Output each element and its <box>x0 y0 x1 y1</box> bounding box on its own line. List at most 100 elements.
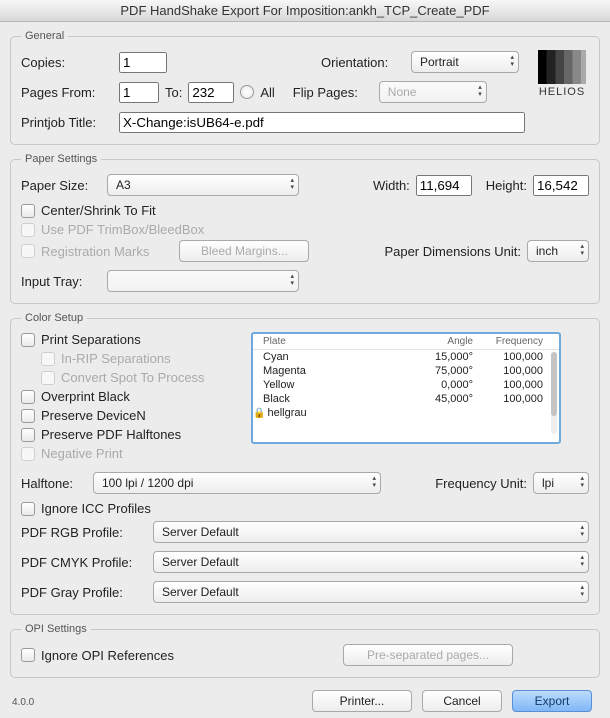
scrollbar-thumb[interactable] <box>551 352 557 416</box>
ignore-icc-label: Ignore ICC Profiles <box>41 501 151 516</box>
printjob-input[interactable] <box>119 112 525 133</box>
color-legend: Color Setup <box>21 312 87 324</box>
paper-size-select[interactable]: A3 ▴▾ <box>107 174 299 196</box>
plate-angle: 45,000° <box>413 393 483 405</box>
general-legend: General <box>21 30 68 42</box>
cmyk-profile-select[interactable]: Server Default ▴▾ <box>153 551 589 573</box>
orientation-label: Orientation: <box>321 55 405 70</box>
table-row[interactable]: Yellow0,000°100,000 <box>253 378 559 392</box>
all-pages-radio[interactable] <box>240 85 254 99</box>
updown-icon: ▴▾ <box>580 524 584 538</box>
convert-spot-label: Convert Spot To Process <box>61 370 205 385</box>
cmyk-profile-label: PDF CMYK Profile: <box>21 555 147 570</box>
plate-freq: 100,000 <box>483 351 543 363</box>
frequnit-value: lpi <box>542 476 554 490</box>
ignore-icc-checkbox[interactable] <box>21 502 35 516</box>
halftones-checkbox[interactable] <box>21 428 35 442</box>
dimunit-select[interactable]: inch ▴▾ <box>527 240 589 262</box>
updown-icon: ▴▾ <box>478 84 482 98</box>
regmarks-checkbox <box>21 244 35 258</box>
height-label: Height: <box>486 178 527 193</box>
gray-profile-value: Server Default <box>162 585 239 599</box>
paper-legend: Paper Settings <box>21 153 101 165</box>
updown-icon: ▴▾ <box>510 54 514 68</box>
plate-name: Yellow <box>263 379 413 391</box>
width-input[interactable] <box>416 175 472 196</box>
printjob-label: Printjob Title: <box>21 115 113 130</box>
updown-icon: ▴▾ <box>290 177 294 191</box>
overprint-checkbox[interactable] <box>21 390 35 404</box>
plate-freq: 100,000 <box>483 379 543 391</box>
dimunit-value: inch <box>536 244 558 258</box>
halftones-label: Preserve PDF Halftones <box>41 427 181 442</box>
paper-size-label: Paper Size: <box>21 178 101 193</box>
frequnit-select[interactable]: lpi ▴▾ <box>533 472 589 494</box>
opi-legend: OPI Settings <box>21 623 91 635</box>
preseparated-button: Pre-separated pages... <box>343 644 513 666</box>
plate-angle: 75,000° <box>413 365 483 377</box>
center-shrink-checkbox[interactable] <box>21 204 35 218</box>
gray-profile-select[interactable]: Server Default ▴▾ <box>153 581 589 603</box>
devicen-checkbox[interactable] <box>21 409 35 423</box>
general-group: General Copies: Orientation: Portrait ▴▾… <box>10 30 600 145</box>
in-rip-label: In-RIP Separations <box>61 351 171 366</box>
window-title: PDF HandShake Export For Imposition:ankh… <box>0 0 610 22</box>
freq-header: Frequency <box>483 336 543 347</box>
table-row[interactable]: Cyan15,000°100,000 <box>253 350 559 364</box>
cancel-button[interactable]: Cancel <box>422 690 502 712</box>
flip-value: None <box>388 85 417 99</box>
table-row[interactable]: 🔒hellgrau <box>253 406 559 420</box>
paper-size-value: A3 <box>116 178 131 192</box>
plate-name: Magenta <box>263 365 413 377</box>
trimbox-checkbox <box>21 223 35 237</box>
plate-freq: 100,000 <box>483 393 543 405</box>
ignore-opi-checkbox[interactable] <box>21 648 35 662</box>
updown-icon: ▴▾ <box>580 584 584 598</box>
paper-group: Paper Settings Paper Size: A3 ▴▾ Width: … <box>10 153 600 304</box>
halftone-select[interactable]: 100 lpi / 1200 dpi ▴▾ <box>93 472 381 494</box>
input-tray-select[interactable]: ▴▾ <box>107 270 299 292</box>
rgb-profile-select[interactable]: Server Default ▴▾ <box>153 521 589 543</box>
pages-from-input[interactable] <box>119 82 159 103</box>
updown-icon: ▴▾ <box>580 475 584 489</box>
plate-angle: 15,000° <box>413 351 483 363</box>
plate-table[interactable]: Plate Angle Frequency Cyan15,000°100,000… <box>251 332 561 444</box>
print-sep-checkbox[interactable] <box>21 333 35 347</box>
plate-name: hellgrau <box>267 407 306 419</box>
plate-angle <box>413 407 483 419</box>
updown-icon: ▴▾ <box>580 554 584 568</box>
copies-input[interactable] <box>119 52 167 73</box>
plate-angle: 0,000° <box>413 379 483 391</box>
convert-spot-checkbox <box>41 371 55 385</box>
color-group: Color Setup Print Separations In-RIP Sep… <box>10 312 600 615</box>
rgb-profile-label: PDF RGB Profile: <box>21 525 147 540</box>
bleed-margins-button: Bleed Margins... <box>179 240 309 262</box>
table-row[interactable]: Magenta75,000°100,000 <box>253 364 559 378</box>
all-pages-label: All <box>260 85 274 100</box>
export-button[interactable]: Export <box>512 690 592 712</box>
angle-header: Angle <box>413 336 483 347</box>
plate-freq: 100,000 <box>483 365 543 377</box>
height-input[interactable] <box>533 175 589 196</box>
halftone-label: Halftone: <box>21 476 87 491</box>
gray-profile-label: PDF Gray Profile: <box>21 585 147 600</box>
overprint-label: Overprint Black <box>41 389 130 404</box>
input-tray-label: Input Tray: <box>21 274 101 289</box>
flip-select[interactable]: None ▴▾ <box>379 81 487 103</box>
window-body: HELIOS General Copies: Orientation: Port… <box>0 22 610 718</box>
updown-icon: ▴▾ <box>290 273 294 287</box>
in-rip-checkbox <box>41 352 55 366</box>
negative-checkbox <box>21 447 35 461</box>
pages-to-input[interactable] <box>188 82 234 103</box>
rgb-profile-value: Server Default <box>162 525 239 539</box>
table-row[interactable]: Black45,000°100,000 <box>253 392 559 406</box>
printer-button[interactable]: Printer... <box>312 690 412 712</box>
lock-icon: 🔒 <box>253 408 265 419</box>
regmarks-label: Registration Marks <box>41 244 149 259</box>
version-label: 4.0.0 <box>12 697 34 708</box>
devicen-label: Preserve DeviceN <box>41 408 146 423</box>
cmyk-profile-value: Server Default <box>162 555 239 569</box>
negative-label: Negative Print <box>41 446 123 461</box>
to-label: To: <box>165 85 182 100</box>
orientation-select[interactable]: Portrait ▴▾ <box>411 51 519 73</box>
